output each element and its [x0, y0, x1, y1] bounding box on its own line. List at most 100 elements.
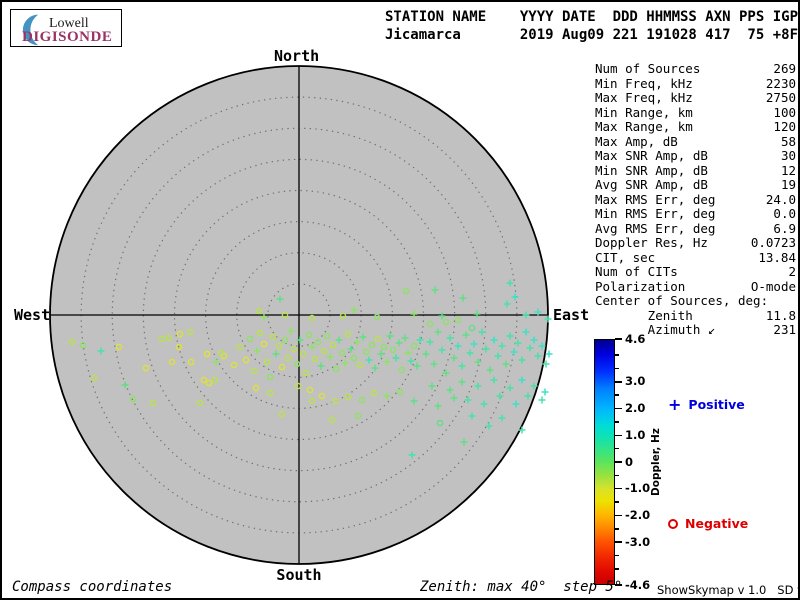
stat-value: 13.84 — [758, 249, 796, 265]
colorbar-tick-label: 4.6 — [625, 331, 646, 346]
software-version-label: ShowSkymap v 1.0 SD v 4.2 — [657, 583, 798, 597]
colorbar-axis-label: Doppler, Hz — [650, 428, 662, 496]
stat-label: Polarization — [595, 278, 686, 294]
stat-row: Min Range, km 100 — [595, 104, 796, 121]
stat-label: Max Freq, kHz — [595, 90, 693, 105]
colorbar-minor-tick — [615, 394, 619, 396]
stat-row: Avg SNR Amp, dB 19 — [595, 177, 796, 193]
colorbar-major-tick — [615, 541, 622, 543]
stat-row: Num of Sources 269 — [595, 61, 796, 77]
stat-label: Max Range, km — [595, 119, 693, 134]
stat-value: 12 — [780, 162, 796, 178]
stat-value: 6.9 — [773, 220, 796, 236]
colorbar-tick-label: -1.0 — [625, 481, 651, 496]
colorbar-major-tick — [615, 434, 622, 436]
colorbar-major-tick — [615, 338, 622, 340]
colorbar-major-tick — [615, 381, 622, 383]
stat-row: Polarization O-mode — [595, 278, 796, 295]
source-point-positive — [545, 350, 553, 358]
stat-row: Min RMS Err, deg 0.0 — [595, 206, 796, 222]
colorbar-minor-tick — [615, 354, 619, 356]
stat-value: 0.0723 — [750, 235, 796, 250]
colorbar-minor-tick — [615, 474, 619, 477]
colorbar-tick-label: 2.0 — [625, 401, 646, 416]
colorbar-major-tick — [615, 487, 622, 490]
stat-value: 19 — [780, 177, 796, 192]
colorbar-minor-tick — [615, 568, 619, 570]
stat-label: Min Range, km — [595, 104, 693, 120]
stat-label: Num of CITs — [595, 264, 678, 279]
colorbar-gradient — [594, 339, 615, 585]
stat-row: Min Freq, kHz 2230 — [595, 75, 796, 92]
stat-value: 100 — [773, 104, 796, 120]
legend-positive-label: Positive — [688, 397, 745, 412]
legend-negative-label: Negative — [685, 516, 749, 531]
colorbar-minor-tick — [615, 367, 619, 370]
stat-label: Num of Sources — [595, 61, 701, 76]
stat-row: Center of Sources, deg: — [595, 293, 796, 309]
stat-value: 2 — [788, 264, 796, 279]
colorbar-minor-tick — [615, 528, 619, 530]
stat-row: Max Range, km 120 — [595, 119, 796, 135]
stat-value: 11.8 — [765, 307, 796, 323]
plus-marker-icon: + — [668, 394, 682, 414]
stat-label: Azimuth ↙ — [595, 322, 716, 337]
stat-row: CIT, sec 13.84 — [595, 249, 796, 266]
colorbar-tick-label: 0 — [625, 454, 634, 469]
stat-value: 2230 — [765, 75, 796, 91]
colorbar-major-tick — [615, 407, 622, 410]
stat-label: Doppler Res, Hz — [595, 235, 708, 250]
stat-value: 0.0 — [773, 206, 796, 221]
compass-south-label: South — [276, 566, 322, 584]
colorbar-tick-label: 3.0 — [625, 374, 646, 389]
stat-row: Max Amp, dB 58 — [595, 133, 796, 150]
stat-label: Max Amp, dB — [595, 133, 678, 149]
compass-west-label: West — [14, 306, 51, 324]
stat-row: Max RMS Err, deg 24.0 — [595, 191, 796, 208]
stat-row: Min SNR Amp, dB 12 — [595, 162, 796, 179]
colorbar-major-tick — [615, 461, 622, 463]
colorbar-tick-label: -3.0 — [625, 534, 651, 549]
stat-label: Avg SNR Amp, dB — [595, 177, 708, 192]
colorbar-tick-label: 1.0 — [625, 427, 646, 442]
colorbar-minor-tick — [615, 421, 619, 423]
stat-label: CIT, sec — [595, 249, 656, 265]
stat-value: 2750 — [765, 90, 796, 105]
stat-value: O-mode — [750, 278, 796, 294]
stat-label: Max SNR Amp, dB — [595, 148, 708, 163]
stat-value: 120 — [773, 119, 796, 134]
skymap-page: Lowell DIGISONDE STATION NAME YYYY DATE … — [0, 0, 800, 600]
legend-positive: + Positive — [668, 394, 745, 414]
colorbar-tick-label: -2.0 — [625, 507, 651, 522]
colorbar-major-tick — [615, 514, 622, 517]
measurement-stats-table: Num of Sources 269 Min Freq, kHz 2230 Max Fr… — [595, 61, 796, 338]
compass-east-label: East — [553, 306, 590, 324]
stat-label: Min Freq, kHz — [595, 75, 693, 91]
stat-row: Doppler Res, Hz 0.0723 — [595, 235, 796, 251]
stat-value: 24.0 — [765, 191, 796, 207]
stat-label: Max RMS Err, deg — [595, 191, 716, 207]
coordinate-system-note: Compass coordinates — [12, 579, 173, 595]
source-point-positive — [541, 388, 549, 396]
zenith-scale-note: Zenith: max 40° step 5° — [420, 579, 623, 595]
doppler-colorbar: 4.6 3.0 2.0 1.0 0 -1.0 -2.0 -3.0 -4.6 Doppler, H… — [594, 332, 798, 592]
colorbar-minor-tick — [615, 554, 619, 557]
stat-row: Avg RMS Err, deg 6.9 — [595, 220, 796, 237]
stat-label: Min RMS Err, deg — [595, 206, 716, 221]
compass-north-label: North — [274, 47, 320, 65]
stat-label: Min SNR Amp, dB — [595, 162, 708, 178]
stat-label: Zenith — [595, 307, 693, 323]
stat-row: Max Freq, kHz 2750 — [595, 90, 796, 106]
stat-row: Zenith 11.8 — [595, 307, 796, 324]
legend-negative: Negative — [668, 516, 748, 531]
stat-row: Max SNR Amp, dB 30 — [595, 148, 796, 164]
stat-row: Num of CITs 2 — [595, 264, 796, 280]
stat-value: 269 — [773, 61, 796, 76]
colorbar-minor-tick — [615, 501, 619, 503]
circle-marker-icon — [668, 518, 678, 529]
colorbar-tick-label: -4.6 — [625, 577, 651, 592]
stat-value: 231 — [773, 322, 796, 337]
stat-value: 30 — [780, 148, 796, 163]
colorbar-minor-tick — [615, 447, 619, 450]
source-point-positive — [538, 396, 546, 404]
